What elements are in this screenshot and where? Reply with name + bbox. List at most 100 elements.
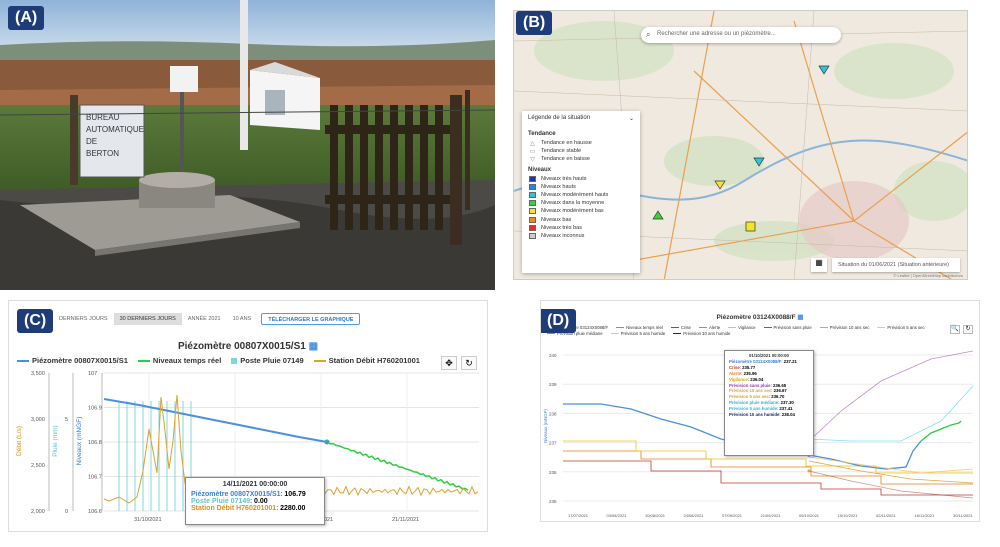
legend-row: Niveaux hauts (528, 183, 634, 191)
legend-label: Niveaux modérément bas (541, 208, 604, 215)
map-attribution: © Leaflet | OpenStreetMap contributors (893, 273, 963, 278)
tooltip-series-name: Prévision 10 ans sec (729, 388, 772, 394)
tick-label: 107 (88, 371, 97, 377)
tick-label: 106.6 (88, 509, 102, 515)
tooltip-value: 236.04 (750, 376, 764, 382)
address-search-input[interactable]: ⌕ Rechercher une adresse ou un piézomètr… (641, 27, 841, 43)
situation-select[interactable]: Situation du 01/06/2021 (Situation antér… (832, 258, 960, 272)
tooltip-value: 236.67 (773, 388, 787, 394)
legend-row: ▭ Tendance stable (528, 147, 634, 155)
legend-row: Niveaux dans la moyenne (528, 199, 634, 207)
piezometer-chart-panel: (C) DERNIERS JOURS 30 DERNIERS JOURS ANN… (8, 300, 488, 532)
tooltip-value: 235.77 (742, 364, 756, 370)
tick-label: 03/08/2021 (607, 513, 628, 518)
legend-row: △ Tendance en hausse (528, 139, 634, 147)
tooltip-series-name: Piézomètre 00807X0015/S1 (191, 491, 281, 498)
panel-label-b: (B) (516, 11, 553, 35)
tick-label: 05/10/2021 (799, 513, 820, 518)
tick-label: 16/11/2021 (915, 513, 935, 518)
trend-down-icon: ▽ (530, 156, 535, 163)
legend-swatch (529, 175, 536, 182)
forecast-series (808, 470, 974, 499)
tick-label: 2,000 (31, 509, 45, 515)
legend-swatch (529, 208, 536, 215)
tick-label: 31/10/2021 (134, 517, 162, 523)
tick-label: 238 (549, 411, 557, 416)
map-legend: Légende de la situation ⌄ Tendance △ Tenda… (522, 111, 640, 273)
niveaux-list: Niveaux très hauts Niveaux hauts Niveaux m… (528, 175, 634, 241)
tick-label: 0 (65, 509, 68, 515)
sign-line: AUTOMATIQUE (86, 125, 144, 134)
station-marker-stable[interactable] (745, 221, 756, 232)
tick-label: 2,500 (31, 463, 45, 469)
tooltip-series-name: Alerte (729, 370, 742, 376)
tick-label: 02/11/2021 (876, 513, 896, 518)
legend-title: Légende de la situation (528, 115, 591, 121)
legend-swatch (529, 183, 536, 190)
legend-swatch (529, 200, 536, 207)
search-placeholder: Rechercher une adresse ou un piézomètre.… (657, 31, 776, 37)
tick-label: 21/11/2021 (392, 517, 419, 523)
tooltip-series-name: Prévision 5 ans humide (729, 406, 777, 412)
legend-row: ▽ Tendance en baisse (528, 155, 634, 163)
panel-label-c: (C) (17, 309, 54, 333)
tick-label: 10/08/2021 (645, 513, 666, 518)
legend-swatch (529, 232, 536, 239)
tick-label: 106.8 (88, 440, 102, 446)
tick-label: 19/10/2021 (838, 513, 859, 518)
trend-stable-icon: ▭ (529, 148, 536, 155)
legend-label: Niveaux inconnus (541, 232, 585, 239)
tick-label: 239 (549, 382, 557, 387)
tooltip-series-name: Station Débit H760201001 (191, 505, 277, 512)
axis-title: Niveaux (mNGF) (543, 409, 548, 443)
calendar-icon[interactable]: ▦ (811, 258, 827, 272)
tooltip-value: 237.21 (783, 358, 797, 364)
tooltip-series-name: Piézomètre 03124X0088/F (729, 358, 782, 364)
forecast-chart-panel: (D) Piézomètre 03124X0088/F ▦ Piézomètre… (540, 300, 980, 522)
axis-title: Niveaux (mNGF) (76, 417, 83, 466)
legend-row: Niveaux modérément hauts (528, 191, 634, 199)
legend-label: Niveaux très hauts (541, 175, 587, 182)
tick-label: 106.7 (88, 475, 102, 481)
temps-reel-series (920, 420, 962, 442)
piezometre-series (103, 398, 328, 443)
trend-up-icon: △ (530, 140, 535, 147)
tooltip-value: 106.79 (284, 491, 306, 498)
legend-label: Niveaux modérément hauts (541, 192, 609, 199)
tooltip-date: 14/11/2021 00:00:00 (222, 481, 288, 488)
tooltip-row: Piézomètre 00807X0015/S1: 106.79 (191, 491, 306, 498)
crise-series (563, 460, 973, 496)
forecast-tooltip: 01/10/2021 00:00:00 Piézomètre 03124X008… (724, 350, 814, 456)
niveaux-title: Niveaux (528, 166, 552, 173)
sign-line: BERTON (86, 149, 119, 158)
tick-label: 3,000 (31, 417, 45, 423)
forecast-series (808, 350, 974, 442)
temps-reel-series (326, 439, 469, 491)
chevron-down-icon[interactable]: ⌄ (629, 115, 634, 122)
tooltip-series-name: Prévision pluie médiane (729, 400, 779, 406)
forecast-marker (807, 469, 811, 473)
tooltip-series-name: Crise (729, 364, 740, 370)
sign-line: DE (86, 137, 97, 146)
legend-label: Niveaux hauts (541, 183, 576, 190)
legend-label: Niveaux bas (541, 216, 572, 223)
tooltip-value: 236.70 (771, 394, 785, 400)
legend-swatch (529, 224, 536, 231)
legend-swatch (529, 216, 536, 223)
axis-title: Débit (L/s) (16, 426, 23, 456)
tooltip-series-name: Prévision sans pluie (729, 382, 771, 388)
tooltip-series-name: Poste Pluie 07149 (191, 498, 251, 505)
map-panel[interactable]: (B) ⌕ Rechercher une adresse ou un piézo… (513, 10, 968, 280)
chart-tooltip: 14/11/2021 00:00:00 Piézomètre 00807X001… (185, 477, 325, 525)
legend-label: Tendance en baisse (541, 156, 590, 163)
tooltip-series-name: Prévision 5 ans sec (729, 394, 769, 400)
tick-label: 17/07/2021 (568, 513, 589, 518)
tick-label: 30/11/2021 (953, 513, 973, 518)
legend-row: Niveaux modérément bas (528, 207, 634, 215)
tooltip-series-name: Vigilance (729, 376, 748, 382)
panel-label-d: (D) (541, 309, 577, 333)
tick-label: 235 (549, 499, 557, 504)
legend-label: Tendance en hausse (541, 140, 592, 147)
tick-label: 106.9 (88, 406, 102, 412)
tick-label: 3,500 (31, 371, 45, 377)
